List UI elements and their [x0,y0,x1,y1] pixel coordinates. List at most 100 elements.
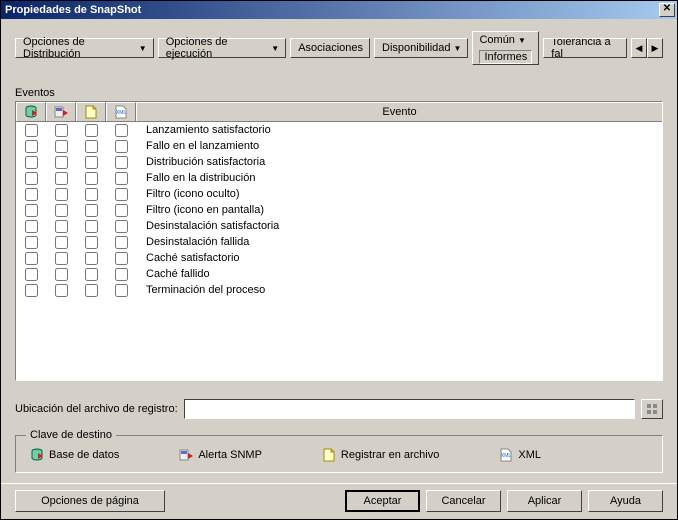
page-options-button[interactable]: Opciones de página [15,490,165,512]
event-checkbox[interactable] [25,188,38,201]
event-checkbox[interactable] [55,156,68,169]
checkbox-cell [106,252,136,265]
checkbox-cell [16,140,46,153]
tab-scroll-right[interactable]: ▶ [647,38,663,58]
event-checkbox[interactable] [25,252,38,265]
triangle-right-icon: ▶ [652,43,659,54]
event-checkbox[interactable] [55,268,68,281]
event-checkbox[interactable] [115,124,128,137]
event-checkbox[interactable] [115,252,128,265]
file-icon [84,105,98,119]
event-checkbox[interactable] [85,252,98,265]
header-col-xml[interactable]: XML [106,102,136,121]
event-name: Desinstalación fallida [136,236,662,248]
log-location-input[interactable] [184,399,635,419]
event-checkbox[interactable] [115,156,128,169]
event-name: Fallo en el lanzamiento [136,140,662,152]
checkbox-cell [46,268,76,281]
event-checkbox[interactable] [25,220,38,233]
event-checkbox[interactable] [55,172,68,185]
event-checkbox[interactable] [55,220,68,233]
snmp-icon [179,448,193,462]
tab-distribucion[interactable]: Opciones de Distribución ▼ [15,38,154,58]
event-checkbox[interactable] [115,268,128,281]
event-checkbox[interactable] [85,172,98,185]
event-checkbox[interactable] [55,236,68,249]
header-col-event[interactable]: Evento [136,102,662,121]
tab-comun[interactable]: Común ▼ Informes [472,31,539,65]
tab-label: Disponibilidad [382,42,451,54]
svg-text:XML: XML [116,110,127,116]
event-name: Desinstalación satisfactoria [136,220,662,232]
event-checkbox[interactable] [55,140,68,153]
event-checkbox[interactable] [25,156,38,169]
header-col-file[interactable] [76,102,106,121]
checkbox-cell [16,236,46,249]
tab-scroll-left[interactable]: ◀ [631,38,647,58]
event-checkbox[interactable] [25,284,38,297]
header-col-db[interactable] [16,102,46,121]
event-checkbox[interactable] [85,220,98,233]
checkbox-cell [16,204,46,217]
checkbox-cell [16,188,46,201]
ok-button[interactable]: Aceptar [345,490,420,512]
event-checkbox[interactable] [25,140,38,153]
event-checkbox[interactable] [115,172,128,185]
titlebar: Propiedades de SnapShot ✕ [1,1,677,19]
table-row: Fallo en la distribución [16,170,662,186]
event-name: Lanzamiento satisfactorio [136,124,662,136]
event-checkbox[interactable] [115,220,128,233]
event-checkbox[interactable] [25,204,38,217]
table-row: Fallo en el lanzamiento [16,138,662,154]
event-checkbox[interactable] [85,204,98,217]
checkbox-cell [106,284,136,297]
checkbox-cell [76,140,106,153]
tab-tolerancia[interactable]: Tolerancia a fal [543,38,627,58]
event-checkbox[interactable] [85,188,98,201]
checkbox-cell [46,156,76,169]
cancel-button[interactable]: Cancelar [426,490,501,512]
checkbox-cell [76,236,106,249]
log-location-label: Ubicación del archivo de registro: [15,403,178,415]
event-checkbox[interactable] [55,188,68,201]
tab-label: Tolerancia a fal [551,38,620,58]
checkbox-cell [46,220,76,233]
close-button[interactable]: ✕ [659,3,675,17]
event-checkbox[interactable] [25,236,38,249]
event-checkbox[interactable] [55,124,68,137]
checkbox-cell [76,268,106,281]
event-checkbox[interactable] [115,140,128,153]
event-checkbox[interactable] [85,284,98,297]
legend-xml: XML XML [499,448,541,462]
event-checkbox[interactable] [55,252,68,265]
event-checkbox[interactable] [115,236,128,249]
checkbox-cell [16,268,46,281]
header-col-snmp[interactable] [46,102,76,121]
tab-asociaciones[interactable]: Asociaciones [290,38,370,58]
subtab-informes[interactable]: Informes [479,50,532,64]
table-row: Terminación del proceso [16,282,662,298]
event-checkbox[interactable] [85,268,98,281]
event-name: Filtro (icono oculto) [136,188,662,200]
log-location-row: Ubicación del archivo de registro: [15,399,663,419]
event-checkbox[interactable] [85,140,98,153]
checkbox-cell [76,284,106,297]
event-name: Fallo en la distribución [136,172,662,184]
tab-ejecucion[interactable]: Opciones de ejecución ▼ [158,38,287,58]
event-checkbox[interactable] [85,156,98,169]
help-button[interactable]: Ayuda [588,490,663,512]
event-checkbox[interactable] [55,204,68,217]
event-checkbox[interactable] [85,124,98,137]
event-checkbox[interactable] [55,284,68,297]
tab-label: Común [479,34,514,46]
event-checkbox[interactable] [115,188,128,201]
event-checkbox[interactable] [25,268,38,281]
event-checkbox[interactable] [85,236,98,249]
browse-button[interactable] [641,399,663,419]
tab-disponibilidad[interactable]: Disponibilidad ▼ [374,38,468,58]
apply-button[interactable]: Aplicar [507,490,582,512]
event-checkbox[interactable] [115,204,128,217]
event-checkbox[interactable] [25,124,38,137]
event-checkbox[interactable] [25,172,38,185]
event-checkbox[interactable] [115,284,128,297]
